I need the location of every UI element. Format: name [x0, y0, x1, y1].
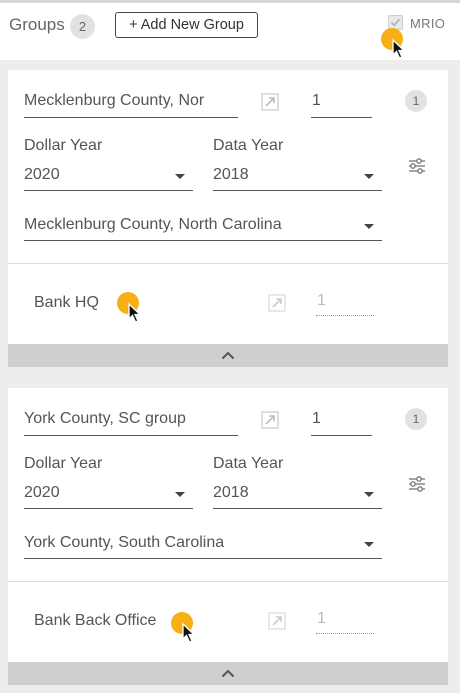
member-quantity-field[interactable]: 1 — [316, 292, 374, 316]
groups-count-badge: 2 — [70, 14, 95, 39]
group-quantity-field[interactable]: 1 — [311, 406, 372, 436]
dollar-year-value: 2020 — [24, 166, 60, 183]
card-divider — [8, 581, 448, 582]
data-year-select[interactable]: 2018 — [213, 478, 382, 509]
collapse-group-button[interactable] — [8, 344, 448, 367]
group-member-count-badge: 1 — [405, 90, 427, 112]
group-card: York County, SC group 1 1 Dollar Year 20… — [8, 388, 448, 685]
member-quantity-text: 1 — [317, 610, 326, 627]
expand-arrow-icon[interactable] — [260, 410, 280, 430]
member-name: Bank HQ — [34, 294, 99, 311]
card-divider — [8, 263, 448, 264]
dollar-year-value: 2020 — [24, 484, 60, 501]
group-member-count-badge: 1 — [405, 408, 427, 430]
chevron-down-icon — [175, 174, 185, 179]
dollar-year-select[interactable]: 2020 — [24, 478, 193, 509]
region-select[interactable]: Mecklenburg County, North Carolina — [24, 210, 382, 241]
data-year-value: 2018 — [213, 484, 249, 501]
data-year-label: Data Year — [213, 455, 284, 472]
sliders-icon[interactable] — [407, 474, 427, 494]
expand-arrow-icon[interactable] — [267, 611, 287, 631]
group-name-field[interactable]: Mecklenburg County, Nor — [24, 88, 238, 118]
member-quantity-field[interactable]: 1 — [316, 610, 374, 634]
group-settings: Mecklenburg County, Nor 1 1 Dollar Year … — [8, 70, 448, 263]
group-quantity-text: 1 — [312, 410, 321, 427]
group-name-text: York County, SC group — [24, 410, 186, 427]
chevron-down-icon — [364, 492, 374, 497]
region-select[interactable]: York County, South Carolina — [24, 528, 382, 559]
region-value: Mecklenburg County, North Carolina — [24, 216, 282, 233]
group-quantity-field[interactable]: 1 — [311, 88, 372, 118]
group-card: Mecklenburg County, Nor 1 1 Dollar Year … — [8, 70, 448, 367]
groups-label: Groups — [9, 15, 65, 34]
check-icon — [390, 18, 401, 27]
group-name-field[interactable]: York County, SC group — [24, 406, 238, 436]
dollar-year-label: Dollar Year — [24, 455, 103, 472]
collapse-group-button[interactable] — [8, 662, 448, 685]
dollar-year-select[interactable]: 2020 — [24, 160, 193, 191]
chevron-up-icon — [221, 351, 235, 360]
chevron-down-icon — [364, 224, 374, 229]
group-name-text: Mecklenburg County, Nor — [24, 92, 205, 109]
mouse-pointer-icon — [381, 28, 406, 59]
data-year-label: Data Year — [213, 137, 284, 154]
mouse-pointer-icon — [171, 612, 196, 643]
member-quantity-text: 1 — [317, 292, 326, 309]
mrio-label: MRIO — [410, 16, 446, 31]
sliders-icon[interactable] — [407, 156, 427, 176]
expand-arrow-icon[interactable] — [260, 92, 280, 112]
data-year-select[interactable]: 2018 — [213, 160, 382, 191]
mouse-pointer-icon — [117, 292, 142, 323]
group-settings: York County, SC group 1 1 Dollar Year 20… — [8, 388, 448, 581]
chevron-down-icon — [364, 174, 374, 179]
chevron-down-icon — [175, 492, 185, 497]
dollar-year-label: Dollar Year — [24, 137, 103, 154]
expand-arrow-icon[interactable] — [267, 293, 287, 313]
region-value: York County, South Carolina — [24, 534, 225, 551]
data-year-value: 2018 — [213, 166, 249, 183]
chevron-down-icon — [364, 542, 374, 547]
group-quantity-text: 1 — [312, 92, 321, 109]
chevron-up-icon — [221, 669, 235, 678]
add-new-group-button[interactable]: + Add New Group — [115, 12, 258, 38]
member-name: Bank Back Office — [34, 612, 157, 629]
